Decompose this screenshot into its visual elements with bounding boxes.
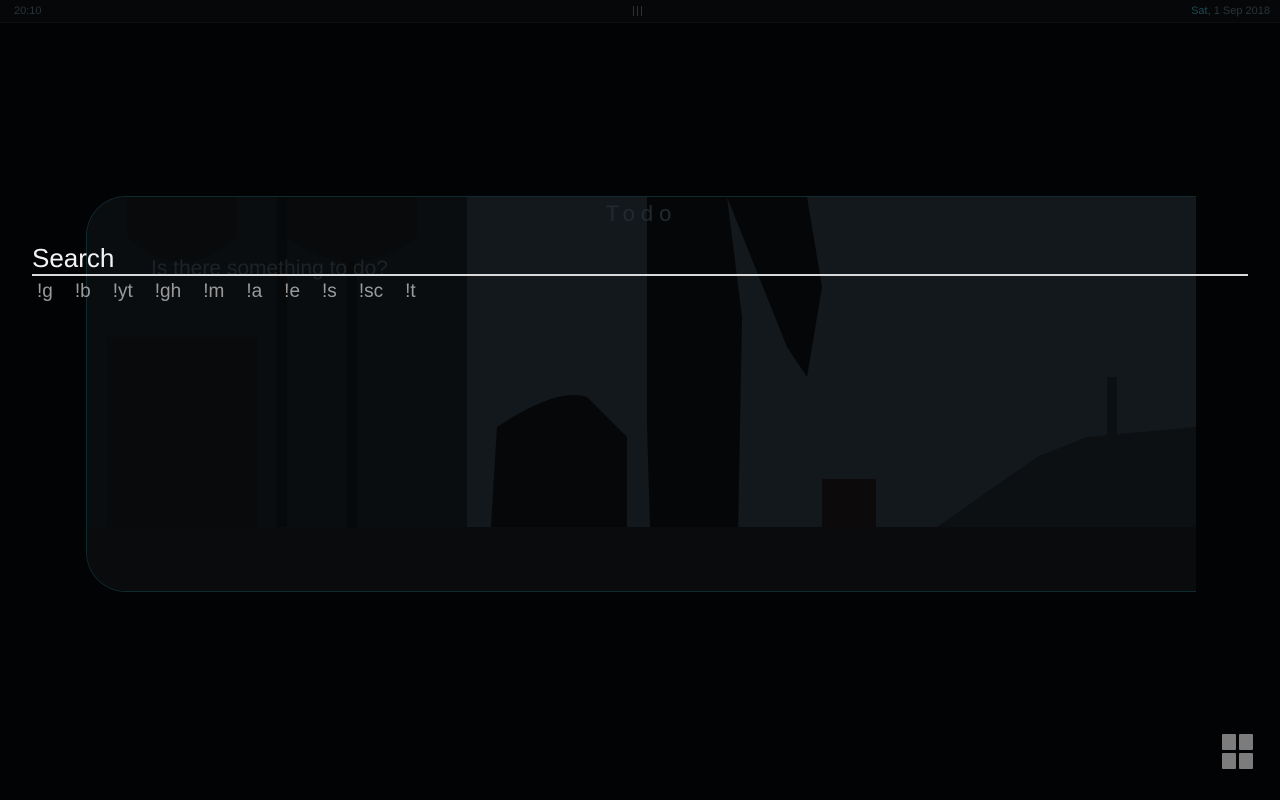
bang-twitter[interactable]: !t bbox=[405, 281, 416, 303]
bang-soundcloud[interactable]: !sc bbox=[359, 281, 383, 303]
search-panel: !g !b !yt !gh !m !a !e !s !sc !t bbox=[32, 242, 1248, 303]
launcher-screen: 20:10 Sat, 1 Sep 2018 Todo Is there some… bbox=[0, 0, 1280, 800]
bang-youtube[interactable]: !yt bbox=[113, 281, 133, 303]
grid-icon bbox=[1222, 734, 1236, 750]
bang-spotify[interactable]: !s bbox=[322, 281, 337, 303]
grid-icon bbox=[1239, 753, 1253, 769]
bang-ebay[interactable]: !e bbox=[284, 281, 300, 303]
status-date: Sat, 1 Sep 2018 bbox=[1191, 5, 1270, 17]
grid-icon bbox=[1222, 753, 1236, 769]
bang-github[interactable]: !gh bbox=[155, 281, 181, 303]
bang-bing[interactable]: !b bbox=[75, 281, 91, 303]
bang-amazon[interactable]: !a bbox=[246, 281, 262, 303]
todo-title: Todo bbox=[605, 201, 678, 226]
bang-google[interactable]: !g bbox=[37, 281, 53, 303]
app-drawer-button[interactable] bbox=[1222, 734, 1254, 770]
status-date-value: 1 Sep 2018 bbox=[1213, 5, 1270, 17]
search-input[interactable] bbox=[32, 242, 1248, 276]
notification-handle[interactable] bbox=[633, 6, 642, 16]
search-bang-list: !g !b !yt !gh !m !a !e !s !sc !t bbox=[32, 281, 1248, 303]
status-time: 20:10 bbox=[14, 5, 42, 17]
status-day: Sat, bbox=[1191, 5, 1211, 17]
status-bar: 20:10 Sat, 1 Sep 2018 bbox=[0, 0, 1280, 23]
bang-maps[interactable]: !m bbox=[203, 281, 224, 303]
grid-icon bbox=[1239, 734, 1253, 750]
